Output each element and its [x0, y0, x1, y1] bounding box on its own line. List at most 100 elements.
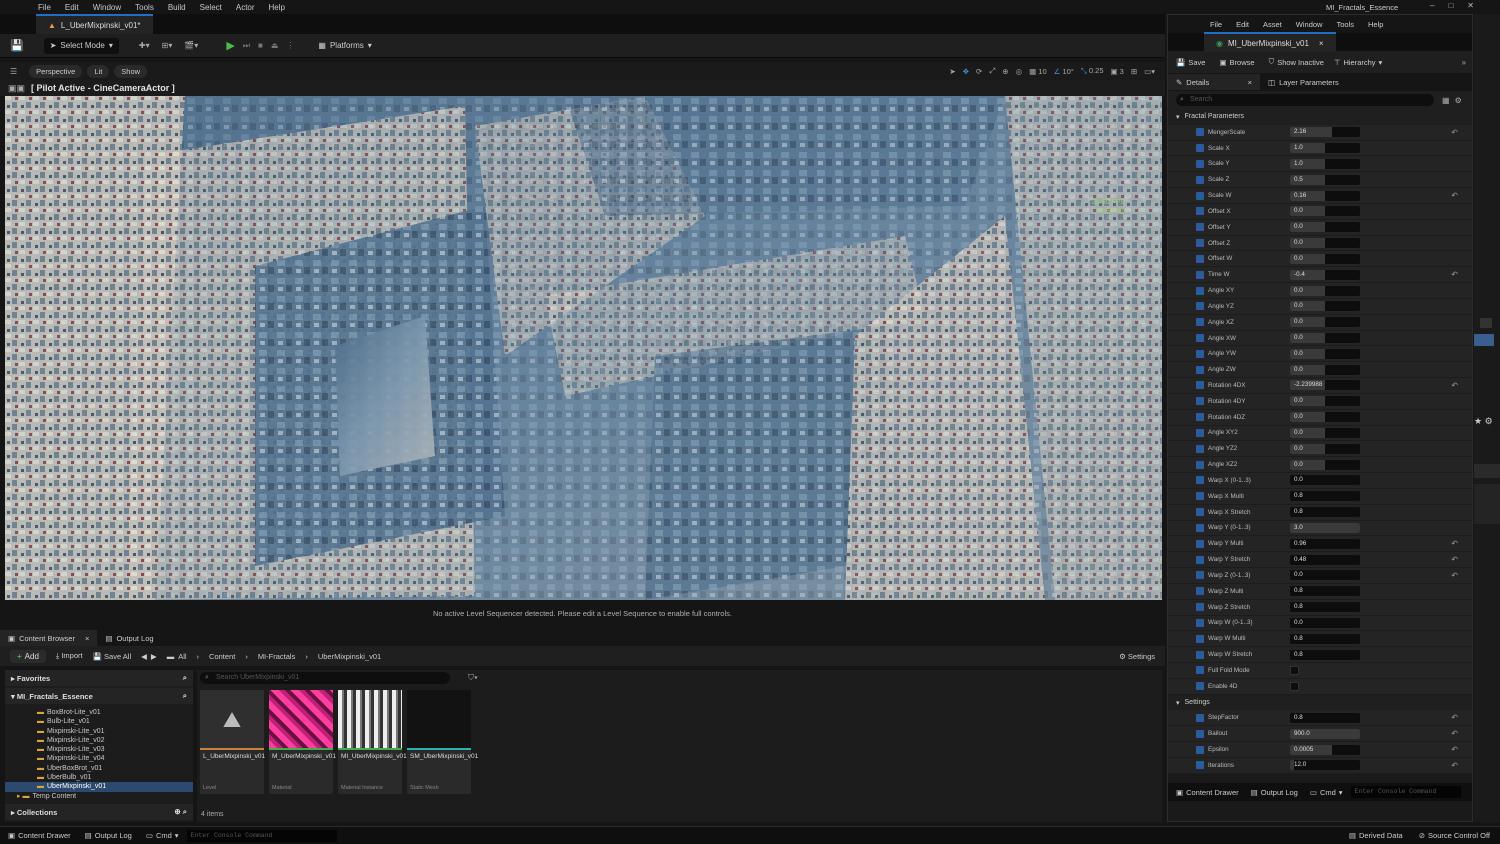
add-button[interactable]: + Add: [10, 649, 46, 663]
reset-icon[interactable]: ↶: [1451, 381, 1458, 390]
override-checkbox[interactable]: [1196, 650, 1204, 659]
mi-menu-edit[interactable]: Edit: [1236, 20, 1249, 29]
parameter-value-field[interactable]: 0.0: [1290, 317, 1360, 328]
override-checkbox[interactable]: [1196, 571, 1204, 580]
scale-snap-icon[interactable]: ⤡ 0.25: [1081, 66, 1104, 76]
step-icon[interactable]: ⏭: [243, 41, 250, 51]
override-checkbox[interactable]: [1196, 175, 1204, 184]
category-header[interactable]: ▾ Fractal Parameters: [1168, 109, 1472, 125]
star-icon[interactable]: ★ ⚙: [1474, 416, 1493, 427]
override-checkbox[interactable]: [1196, 318, 1204, 327]
folder-item[interactable]: ▬ Mixpinski-Lite_v02: [5, 736, 193, 745]
rotation-snap-icon[interactable]: ∠ 10°: [1054, 67, 1074, 76]
override-checkbox[interactable]: [1196, 223, 1204, 232]
category-header[interactable]: ▾ Settings: [1168, 694, 1472, 711]
breadcrumb-0[interactable]: All: [178, 652, 186, 661]
show-button[interactable]: Show: [114, 64, 148, 78]
override-checkbox[interactable]: [1196, 365, 1204, 374]
override-checkbox[interactable]: [1196, 159, 1204, 168]
override-checkbox[interactable]: [1196, 713, 1204, 722]
parameter-value-field[interactable]: 0.8: [1290, 712, 1360, 723]
asset-tile[interactable]: MI_UberMixpinski_v01 Material Instance: [338, 690, 407, 794]
parameter-value-field[interactable]: 1.0: [1290, 158, 1360, 169]
override-checkbox[interactable]: [1196, 539, 1204, 548]
grid-snap-icon[interactable]: ▦ 10: [1029, 67, 1047, 76]
parameter-value-field[interactable]: 0.0: [1290, 364, 1360, 375]
reset-icon[interactable]: ↶: [1451, 571, 1458, 580]
parameter-value-field[interactable]: 2.16: [1290, 127, 1360, 138]
menu-build[interactable]: Build: [168, 3, 186, 12]
override-checkbox[interactable]: [1196, 444, 1204, 453]
parameter-value-field[interactable]: 0.48: [1290, 554, 1360, 565]
reset-icon[interactable]: ↶: [1451, 539, 1458, 548]
layout-icon[interactable]: ⊞: [1131, 67, 1137, 76]
close-icon[interactable]: ×: [1319, 39, 1324, 48]
scale-tool-icon[interactable]: ⤢: [989, 66, 995, 76]
hierarchy-button[interactable]: ⊤ Hierarchy ▾: [1334, 58, 1382, 67]
parameter-value-field[interactable]: 0.0: [1290, 253, 1360, 264]
parameter-value-field[interactable]: -2.239988: [1290, 380, 1360, 391]
menu-select[interactable]: Select: [200, 3, 222, 12]
settings-icon[interactable]: ⚙: [1455, 96, 1462, 105]
blueprint-icon[interactable]: ⊞▾: [162, 41, 173, 50]
parameter-value-field[interactable]: 12.0: [1290, 760, 1360, 771]
close-icon[interactable]: ×: [1248, 78, 1252, 87]
reset-icon[interactable]: ↶: [1451, 729, 1458, 738]
add-actor-icon[interactable]: ✚▾: [139, 41, 150, 50]
menu-actor[interactable]: Actor: [236, 3, 255, 12]
reset-icon[interactable]: ↶: [1451, 745, 1458, 754]
viewport-options-icon[interactable]: ▭▾: [1144, 67, 1155, 76]
override-checkbox[interactable]: [1196, 207, 1204, 216]
parameter-checkbox[interactable]: [1290, 665, 1299, 675]
override-checkbox[interactable]: [1196, 334, 1204, 342]
folder-item[interactable]: ▸ ▬ Temp Content: [5, 792, 193, 801]
parameter-value-field[interactable]: 0.8: [1290, 586, 1360, 597]
select-mode-button[interactable]: ➤ Select Mode ▾: [43, 37, 119, 54]
breadcrumb-1[interactable]: Content: [209, 652, 235, 661]
override-checkbox[interactable]: [1196, 144, 1204, 153]
expand-icon[interactable]: »: [1462, 58, 1466, 67]
view-options-icon[interactable]: ▦: [1442, 96, 1450, 105]
parameter-value-field[interactable]: 0.0: [1290, 427, 1360, 438]
override-checkbox[interactable]: [1196, 476, 1204, 485]
viewport-menu-icon[interactable]: ☰: [10, 67, 17, 76]
history-forward-icon[interactable]: ▶: [151, 652, 157, 661]
rotate-tool-icon[interactable]: ⟳: [976, 67, 982, 76]
parameter-value-field[interactable]: 0.0: [1290, 301, 1360, 312]
folder-item[interactable]: ▬ UberBoxBrot_v01: [5, 764, 193, 773]
parameter-value-field[interactable]: 0.96: [1290, 538, 1360, 549]
override-checkbox[interactable]: [1196, 302, 1204, 311]
parameter-value-field[interactable]: 0.8: [1290, 649, 1360, 660]
close-icon[interactable]: ✕: [1467, 1, 1474, 10]
parameter-value-field[interactable]: -0.4: [1290, 269, 1360, 280]
camera-speed-icon[interactable]: ▣ 3: [1111, 67, 1124, 76]
move-tool-icon[interactable]: ✥: [963, 67, 969, 76]
override-checkbox[interactable]: [1196, 286, 1204, 295]
parameter-checkbox[interactable]: [1290, 681, 1299, 691]
filter-icon[interactable]: ⛉▾: [468, 673, 478, 683]
mi-menu-tools[interactable]: Tools: [1336, 20, 1354, 29]
parameter-value-field[interactable]: 0.8: [1290, 507, 1360, 518]
override-checkbox[interactable]: [1196, 603, 1204, 612]
search-icon[interactable]: ⌕: [183, 691, 187, 701]
override-checkbox[interactable]: [1196, 460, 1204, 469]
collections-header[interactable]: ▸ Collections ⊕ ⌕: [5, 804, 193, 820]
override-checkbox[interactable]: [1196, 492, 1204, 501]
menu-help[interactable]: Help: [269, 3, 285, 12]
folder-item[interactable]: ▬ UberMixpinski_v01: [5, 782, 193, 792]
folder-item[interactable]: ▬ UberBulb_v01: [5, 773, 193, 782]
root-folder-header[interactable]: ▾ MI_Fractals_Essence ⌕: [5, 688, 193, 704]
override-checkbox[interactable]: [1196, 587, 1204, 596]
cmd-button[interactable]: ▭ Cmd ▾: [1310, 788, 1343, 797]
tab-details[interactable]: ✎ Details ×: [1168, 74, 1260, 90]
parameter-value-field[interactable]: 0.0: [1290, 238, 1360, 249]
reset-icon[interactable]: ↶: [1451, 191, 1458, 200]
parameter-value-field[interactable]: 3.0: [1290, 522, 1360, 533]
tab-layer-parameters[interactable]: ◫ Layer Parameters: [1260, 74, 1347, 90]
override-checkbox[interactable]: [1196, 634, 1204, 643]
parameter-value-field[interactable]: 0.0: [1290, 570, 1360, 581]
folder-item[interactable]: ▬ Mixpinski-Lite_v01: [5, 727, 193, 736]
history-back-icon[interactable]: ◀: [141, 652, 147, 661]
override-checkbox[interactable]: [1196, 349, 1204, 358]
mi-menu-asset[interactable]: Asset: [1263, 20, 1282, 29]
